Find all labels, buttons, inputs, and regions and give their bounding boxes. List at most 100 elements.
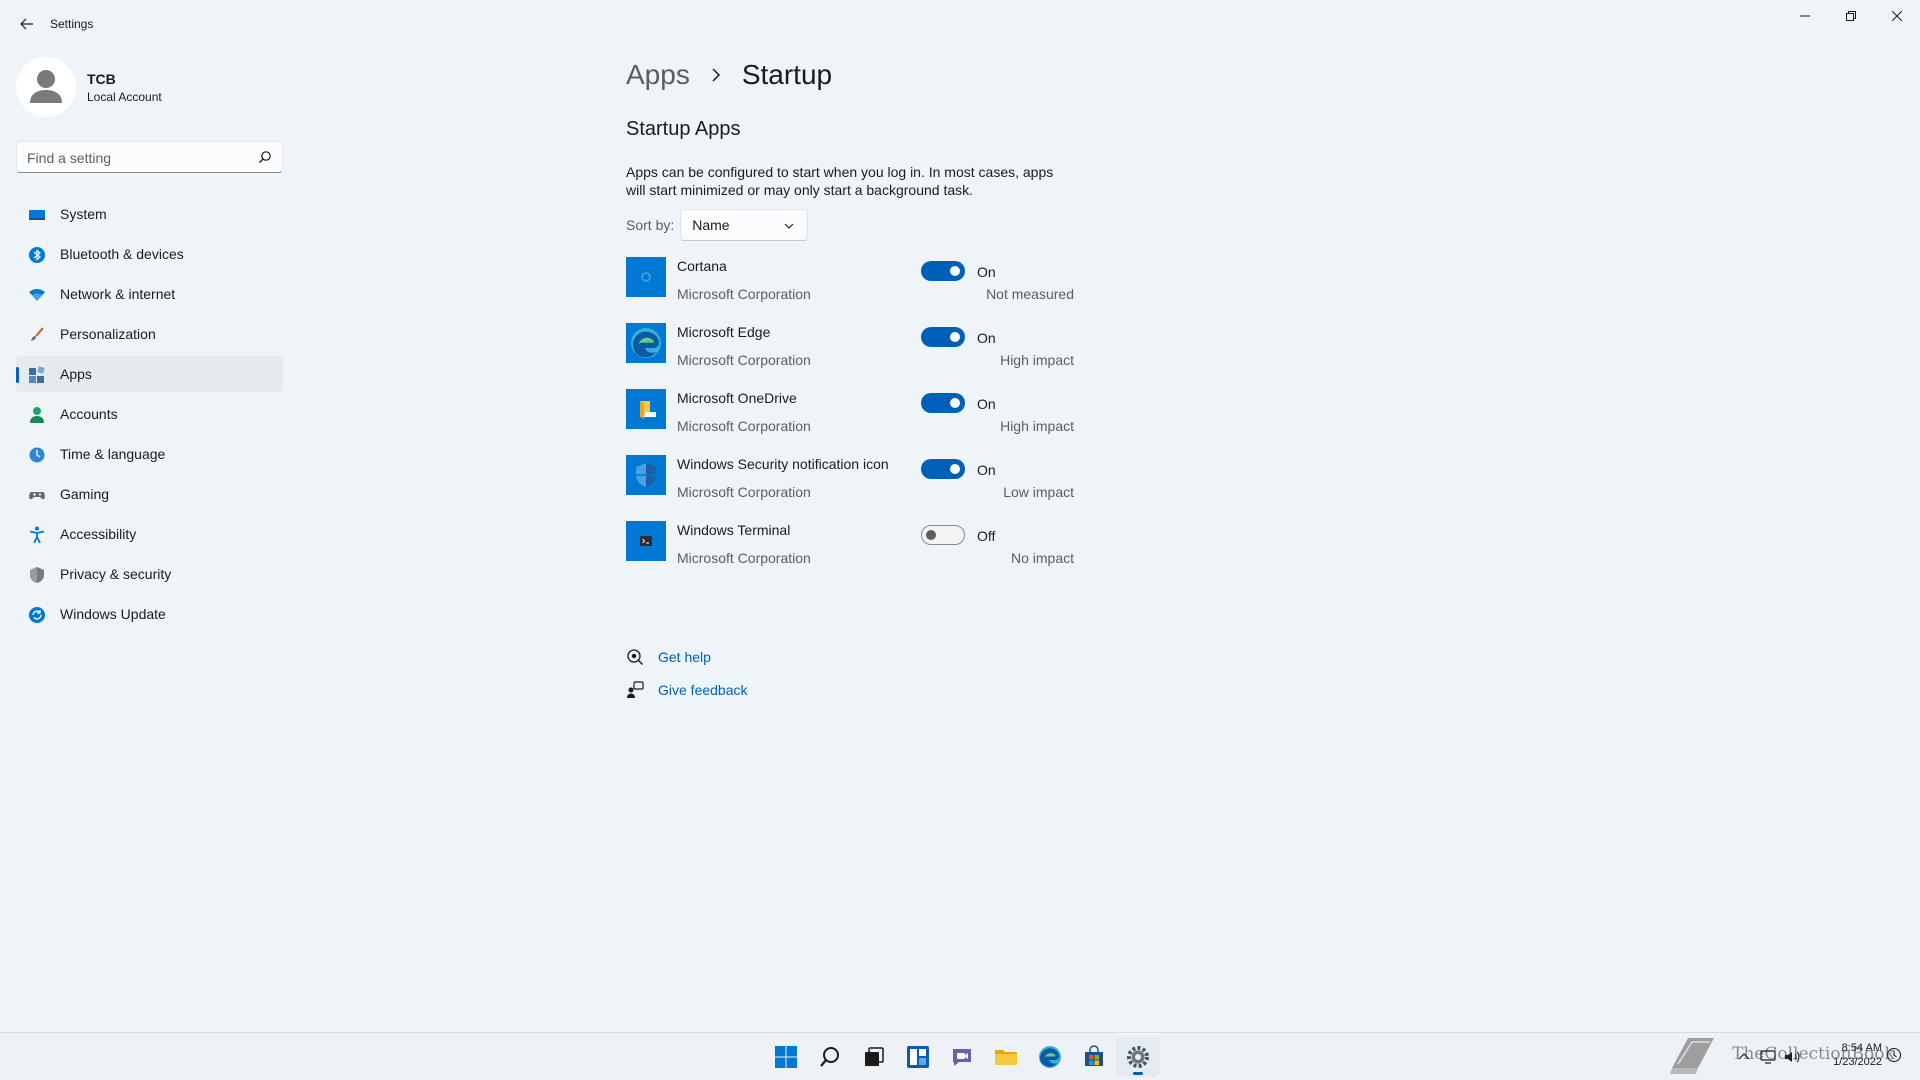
watermark: TheCollectionBook: [1666, 1030, 1906, 1080]
settings-button[interactable]: [1116, 1037, 1160, 1077]
close-icon: [1892, 11, 1902, 21]
store-button[interactable]: [1072, 1037, 1116, 1077]
widgets-button[interactable]: [896, 1037, 940, 1077]
chevron-right-icon: [704, 63, 728, 87]
app-publisher: Microsoft Corporation: [677, 286, 811, 302]
get-help-link[interactable]: Get help: [626, 640, 748, 673]
app-row-windows-security: Windows Security notification icon Micro…: [626, 451, 1086, 517]
edge-button[interactable]: [1028, 1037, 1072, 1077]
startup-toggle[interactable]: [921, 327, 965, 347]
profile-name: TCB: [87, 71, 116, 87]
section-title: Startup Apps: [626, 118, 741, 140]
app-name: Windows Terminal: [677, 522, 791, 538]
sidebar-item-apps[interactable]: Apps: [16, 356, 283, 392]
startup-toggle[interactable]: [921, 393, 965, 413]
toggle-knob: [950, 266, 960, 276]
toggle-state: On: [977, 330, 996, 346]
search-box[interactable]: [16, 141, 283, 173]
startup-toggle[interactable]: [921, 261, 965, 281]
edge-icon: [1039, 1046, 1061, 1068]
profile-account-type: Local Account: [87, 90, 162, 104]
sidebar-item-accounts[interactable]: Accounts: [16, 396, 283, 432]
restore-icon: [1846, 11, 1856, 21]
apps-icon: [29, 366, 45, 383]
file-explorer-icon: [995, 1050, 1017, 1065]
sidebar-item-system[interactable]: System: [16, 196, 283, 232]
shield-icon: [30, 567, 44, 583]
search-icon[interactable]: [258, 150, 272, 164]
sidebar-item-label: Personalization: [60, 326, 156, 342]
sidebar-item-privacy-security[interactable]: Privacy & security: [16, 556, 283, 592]
sidebar-item-label: Network & internet: [60, 286, 176, 302]
close-button[interactable]: [1874, 0, 1920, 32]
toggle-state: On: [977, 462, 996, 478]
chevron-down-icon: [784, 223, 794, 229]
get-help-icon: [627, 648, 644, 665]
sidebar-item-label: Accounts: [60, 406, 118, 422]
widgets-icon: [907, 1046, 929, 1068]
sidebar-item-bluetooth[interactable]: Bluetooth & devices: [16, 236, 283, 272]
terminal-icon: [626, 521, 666, 561]
app-publisher: Microsoft Corporation: [677, 550, 811, 566]
app-row-microsoft-onedrive: Microsoft OneDrive Microsoft Corporation…: [626, 385, 1086, 451]
taskbar-apps: [764, 1037, 1160, 1077]
search-input[interactable]: [27, 149, 247, 167]
sidebar-item-label: Accessibility: [60, 526, 137, 542]
give-feedback-icon: [627, 680, 644, 698]
sidebar-item-windows-update[interactable]: Windows Update: [16, 596, 283, 632]
avatar: [16, 57, 76, 117]
toggle-state: On: [977, 396, 996, 412]
page-title: Startup: [741, 59, 833, 90]
sort-dropdown[interactable]: Name: [680, 209, 809, 241]
toggle-state: On: [977, 264, 996, 280]
sidebar-item-label: Windows Update: [60, 606, 166, 622]
taskbar-search-button[interactable]: [808, 1037, 852, 1077]
sidebar-item-time-language[interactable]: Time & language: [16, 436, 283, 472]
sidebar-item-label: Gaming: [60, 486, 110, 502]
sidebar-item-network[interactable]: Network & internet: [16, 276, 283, 312]
restore-button[interactable]: [1828, 0, 1874, 32]
search-icon: [820, 1047, 839, 1067]
breadcrumb-parent[interactable]: Apps: [626, 59, 690, 91]
sidebar-item-gaming[interactable]: Gaming: [16, 476, 283, 512]
taskbar: 8:54 AM 1/23/2022: [0, 1032, 1920, 1080]
update-icon: [29, 607, 45, 623]
startup-toggle[interactable]: [921, 525, 965, 545]
startup-app-list: Cortana Microsoft Corporation On Not mea…: [626, 253, 1086, 583]
toggle-knob: [950, 464, 960, 474]
gaming-icon: [29, 492, 45, 500]
sidebar-item-label: Bluetooth & devices: [60, 246, 184, 262]
minimize-button[interactable]: [1782, 0, 1828, 32]
time-language-icon: [29, 447, 45, 463]
app-name: Cortana: [677, 258, 727, 274]
give-feedback-link[interactable]: Give feedback: [626, 673, 748, 706]
app-title: Settings: [50, 17, 94, 31]
toggle-knob: [926, 530, 936, 540]
user-profile[interactable]: TCB Local Account: [16, 57, 286, 121]
help-links: Get help Give feedback: [626, 640, 748, 706]
breadcrumb: Apps Startup: [626, 55, 832, 95]
give-feedback-label: Give feedback: [658, 681, 748, 698]
network-icon: [29, 289, 45, 301]
minimize-icon: [1800, 15, 1810, 17]
app-publisher: Microsoft Corporation: [677, 352, 811, 368]
toggle-state: Off: [977, 528, 996, 544]
edge-icon: [626, 323, 666, 363]
task-view-button[interactable]: [852, 1037, 896, 1077]
get-help-label: Get help: [658, 648, 711, 665]
section-description: Apps can be configured to start when you…: [626, 164, 1054, 198]
startup-impact: High impact: [1000, 418, 1074, 434]
app-row-microsoft-edge: Microsoft Edge Microsoft Corporation On …: [626, 319, 1086, 385]
onedrive-icon: [626, 389, 666, 429]
back-button[interactable]: [12, 10, 42, 38]
sidebar-nav: System Bluetooth & devices Network & int…: [16, 196, 283, 636]
chat-button[interactable]: [940, 1037, 984, 1077]
sidebar-item-personalization[interactable]: Personalization: [16, 316, 283, 352]
sidebar-item-accessibility[interactable]: Accessibility: [16, 516, 283, 552]
startup-toggle[interactable]: [921, 459, 965, 479]
start-button[interactable]: [764, 1037, 808, 1077]
accessibility-icon: [29, 526, 45, 544]
sort-control: Sort by: Name: [626, 209, 809, 241]
task-view-icon: [865, 1047, 884, 1066]
file-explorer-button[interactable]: [984, 1037, 1028, 1077]
